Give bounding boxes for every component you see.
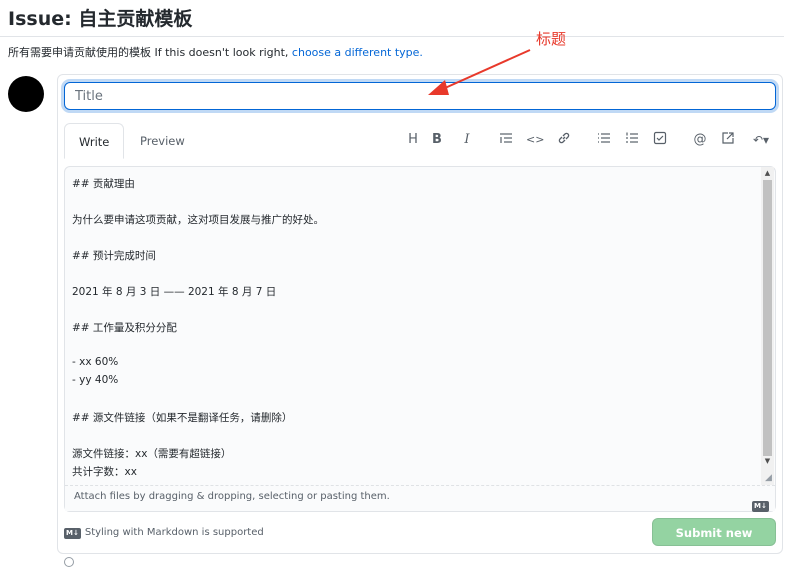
template-description-text: 所有需要申请贡献使用的模板 If this doesn't look right… [8,46,292,59]
mention-icon[interactable]: @ [692,131,708,149]
heading-icon[interactable]: H [406,131,420,149]
submit-new-issue-button[interactable]: Submit new issue [652,518,776,566]
editor-line: ## 预计完成时间 [72,250,156,262]
title-input[interactable] [64,82,776,110]
quote-icon[interactable] [498,131,514,149]
resize-handle-icon[interactable]: ◢ [765,473,772,483]
code-icon[interactable]: <> [526,131,544,149]
numbered-list-icon[interactable] [624,131,640,149]
cross-reference-icon[interactable] [720,131,736,149]
title-divider [0,36,784,37]
markdown-icon: M↓ [64,528,81,539]
markdown-badge: M↓ [752,501,769,512]
editor-line: ## 贡献理由 [72,178,135,190]
choose-different-type-link[interactable]: choose a different type. [292,46,423,59]
editor-line: 源文件链接：xx（需要有超链接） [72,448,232,460]
editor-line: 2021 年 8 月 3 日 —— 2021 年 8 月 7 日 [72,286,277,298]
scrollbar-thumb[interactable] [763,180,772,456]
editor-tabbar: Write Preview H B I <> @ ↶▾ [64,123,776,159]
task-list-icon[interactable] [652,131,668,149]
attach-files-text: Attach files by dragging & dropping, sel… [74,491,390,502]
reply-icon[interactable]: ↶▾ [748,131,774,149]
editor-line: - xx 60% [72,356,119,368]
bold-icon[interactable]: B [430,131,444,149]
italic-icon[interactable]: I [460,131,474,149]
scroll-up-icon[interactable]: ▲ [761,167,774,179]
link-icon[interactable] [556,131,572,149]
scroll-down-icon[interactable]: ▼ [761,455,774,467]
tab-write[interactable]: Write [64,123,125,159]
markdown-note[interactable]: M↓ Styling with Markdown is supported [64,527,264,539]
editor-line: 共计字数：xx [72,466,137,478]
editor-line: - yy 40% [72,374,119,386]
editor-line: ## 工作量及积分分配 [72,322,177,334]
avatar [8,76,44,112]
tab-preview[interactable]: Preview [126,123,199,159]
editor-line: 为什么要申请这项贡献，这对项目发展与推广的好处。 [72,214,324,226]
markdown-note-text: Styling with Markdown is supported [84,527,264,538]
editor-line: ## 源文件链接（如果不是翻译任务，请删除） [72,412,293,424]
bullet-list-icon[interactable] [596,131,612,149]
page-title: Issue: 自主贡献模板 [8,8,193,30]
annotation-label: 标题 [536,30,567,48]
info-icon [64,557,74,567]
markdown-icon: M↓ [752,493,769,512]
template-description: 所有需要申请贡献使用的模板 If this doesn't look right… [8,44,423,60]
